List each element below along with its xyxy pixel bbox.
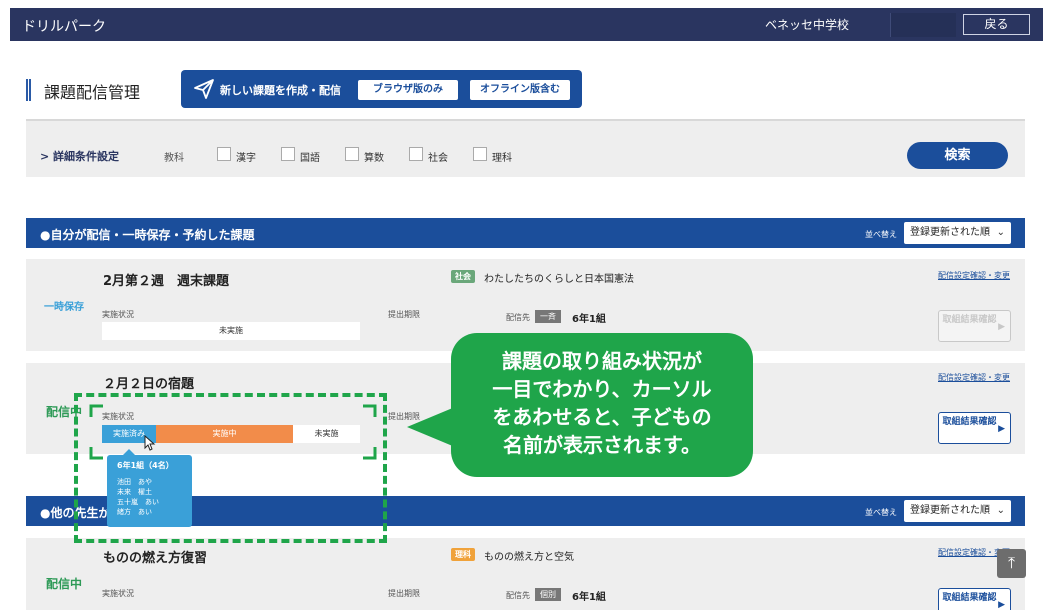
settings-link[interactable]: 配信設定確認・変更 bbox=[938, 372, 1010, 383]
tooltip-name: 五十嵐 あい bbox=[117, 498, 159, 506]
back-button[interactable]: 戻る bbox=[963, 14, 1030, 35]
deadline-label: 提出期限 bbox=[388, 589, 420, 598]
app-title: ドリルパーク bbox=[22, 19, 106, 35]
status-field-label: 実施状況 bbox=[102, 310, 134, 319]
subject-checkbox-label: 社会 bbox=[428, 153, 448, 164]
status-field-label: 実施状況 bbox=[102, 589, 134, 598]
result-check-button[interactable]: 取組結果確認 ▶ bbox=[938, 412, 1011, 444]
sort-value: 登録更新された順 bbox=[910, 227, 990, 238]
explanation-callout: 課題の取り組み状況が 一目でわかり、カーソル をあわせると、子どもの 名前が表示… bbox=[451, 333, 753, 477]
status-field: 未実施 bbox=[102, 322, 360, 340]
subject-checkbox-shakai[interactable] bbox=[409, 147, 423, 161]
destination-tag: 個別 bbox=[535, 588, 561, 601]
school-name: ベネッセ中学校 bbox=[765, 18, 850, 32]
sort-select[interactable]: 登録更新された順 ⌄ bbox=[904, 500, 1011, 522]
assignment-title: 2月第２週 週末課題 bbox=[103, 274, 230, 289]
tooltip-name: 未来 櫂土 bbox=[117, 488, 152, 496]
subject-checkbox-rika[interactable] bbox=[473, 147, 487, 161]
callout-line: 名前が表示されます。 bbox=[503, 433, 701, 457]
status-label: 一時保存 bbox=[44, 302, 84, 313]
deadline-label: 提出期限 bbox=[388, 310, 420, 319]
sort-select[interactable]: 登録更新された順 ⌄ bbox=[904, 222, 1011, 244]
destination-label: 配信先 bbox=[506, 313, 530, 322]
destination-label: 配信先 bbox=[506, 591, 530, 600]
title-accent bbox=[26, 79, 31, 101]
chevron-down-icon: ⌄ bbox=[996, 227, 1005, 238]
assignment-title: ２月２日の宿題 bbox=[103, 377, 195, 392]
subject-tag: 社会 bbox=[451, 270, 475, 283]
assignment-card: 配信中 ものの燃え方復習 理科 ものの燃え方と空気 配信設定確認・変更 実施状況… bbox=[26, 538, 1025, 610]
status-label: 配信中 bbox=[45, 577, 82, 591]
drill-park-page: ドリルパーク ベネッセ中学校 戻る 課題配信管理 新しい課題を作成・配信 ブラウ… bbox=[0, 0, 1050, 610]
create-label: 新しい課題を作成・配信 bbox=[220, 84, 341, 97]
browser-only-button[interactable]: ブラウザ版のみ bbox=[358, 80, 458, 100]
section-title: ●自分が配信・一時保存・予約した課題 bbox=[40, 228, 255, 242]
create-assignment-panel: 新しい課題を作成・配信 ブラウザ版のみ オフライン版含む bbox=[181, 70, 582, 108]
paper-plane-icon bbox=[193, 78, 215, 104]
destination-tag: 一斉 bbox=[535, 310, 561, 323]
offline-included-button[interactable]: オフライン版含む bbox=[470, 80, 570, 100]
callout-tail bbox=[407, 407, 455, 447]
sort-value: 登録更新された順 bbox=[910, 505, 990, 516]
subject-checkbox-label: 理科 bbox=[492, 153, 512, 164]
tooltip-name: 池田 あや bbox=[117, 478, 152, 486]
sort-label: 並べ替え bbox=[865, 230, 897, 239]
section-my-assignments: ●自分が配信・一時保存・予約した課題 並べ替え 登録更新された順 ⌄ bbox=[26, 218, 1025, 248]
callout-line: をあわせると、子どもの bbox=[492, 405, 712, 429]
chevron-down-icon: ⌄ bbox=[996, 505, 1005, 516]
assignment-title: ものの燃え方復習 bbox=[103, 551, 208, 566]
subject-label: 教科 bbox=[164, 153, 184, 164]
settings-link[interactable]: 配信設定確認・変更 bbox=[938, 270, 1010, 281]
page-title: 課題配信管理 bbox=[44, 83, 141, 102]
subject-checkbox-label: 国語 bbox=[300, 153, 320, 164]
mouse-cursor-icon bbox=[144, 435, 156, 451]
search-button[interactable]: 検索 bbox=[907, 142, 1008, 169]
result-check-button[interactable]: 取組結果確認 ▶ bbox=[938, 310, 1011, 342]
subject-text: ものの燃え方と空気 bbox=[484, 552, 574, 563]
student-names-tooltip: 6年1組（4名） 池田 あや 未来 櫂土 五十嵐 あい 緒方 あい bbox=[107, 449, 192, 527]
arrow-up-icon: ⤒ bbox=[1007, 553, 1016, 572]
subject-text: わたしたちのくらしと日本国憲法 bbox=[484, 274, 634, 285]
callout-line: 一目でわかり、カーソル bbox=[492, 377, 712, 401]
subject-checkbox-kanji[interactable] bbox=[217, 147, 231, 161]
triangle-right-icon: ▶ bbox=[998, 322, 1005, 332]
subject-checkbox-kokugo[interactable] bbox=[281, 147, 295, 161]
subject-checkbox-label: 漢字 bbox=[236, 153, 256, 164]
destination-class: 6年1組 bbox=[572, 314, 606, 325]
scroll-to-top-button[interactable]: ⤒ bbox=[997, 549, 1026, 578]
destination-class: 6年1組 bbox=[572, 592, 606, 603]
top-bar: ドリルパーク ベネッセ中学校 戻る bbox=[10, 8, 1043, 41]
result-check-label: 取組結果確認 bbox=[942, 417, 997, 427]
header-blank-button[interactable] bbox=[890, 13, 956, 37]
callout-line: 課題の取り組み状況が bbox=[502, 349, 702, 373]
triangle-right-icon: ▶ bbox=[998, 424, 1005, 434]
sort-label: 並べ替え bbox=[865, 508, 897, 517]
result-check-label: 取組結果確認 bbox=[942, 593, 997, 603]
tooltip-title: 6年1組（4名） bbox=[117, 461, 174, 470]
result-check-button[interactable]: 取組結果確認 ▶ bbox=[938, 588, 1011, 610]
result-check-label: 取組結果確認 bbox=[942, 315, 997, 325]
filter-panel: > 詳細条件設定 教科 漢字 国語 算数 社会 理科 検索 bbox=[26, 119, 1025, 177]
tooltip-name: 緒方 あい bbox=[117, 508, 152, 516]
detail-conditions-toggle[interactable]: > 詳細条件設定 bbox=[40, 148, 119, 164]
triangle-right-icon: ▶ bbox=[998, 600, 1005, 610]
subject-checkbox-label: 算数 bbox=[364, 153, 384, 164]
subject-checkbox-sansu[interactable] bbox=[345, 147, 359, 161]
subject-tag: 理科 bbox=[451, 548, 475, 561]
